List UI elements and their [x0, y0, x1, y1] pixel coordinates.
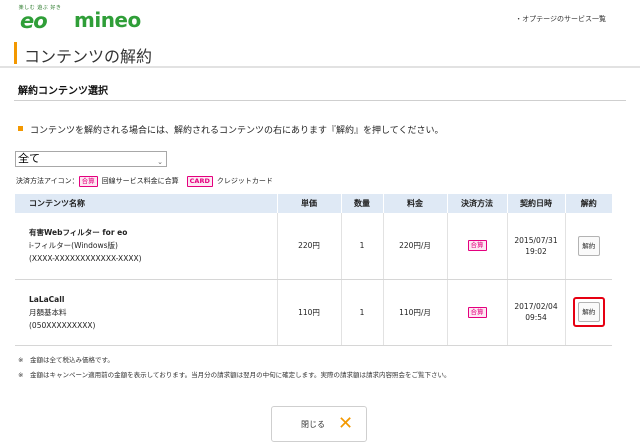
- section-divider: [14, 100, 626, 101]
- content-name: 有害Webフィルター for eo: [29, 228, 128, 238]
- cancel-cell: 解約: [565, 213, 612, 280]
- table-header-row: コンテンツ名称 単価 数量 料金 決済方法 契約日時 解約: [15, 194, 612, 213]
- instruction-bullet-icon: [18, 126, 23, 131]
- content-filter-select[interactable]: 全て ⌄: [15, 151, 167, 167]
- content-plan: i-フィルター(Windows版): [29, 241, 118, 251]
- contract-date-cell: 2015/07/31 19:02: [507, 213, 566, 280]
- card-description: クレジットカード: [216, 177, 273, 185]
- gassan-badge: 合算: [78, 175, 98, 187]
- unit-price: 110円: [277, 279, 342, 346]
- content-id: (XXXX-XXXXXXXXXXXX-XXXX): [29, 254, 142, 264]
- cancel-cell: 解約: [565, 279, 612, 346]
- payment-cell: 合算: [447, 213, 508, 280]
- eo-logo-text: eo: [20, 9, 48, 33]
- legend-label: 決済方法アイコン：: [16, 177, 79, 185]
- column-header-contract-date: 契約日時: [507, 194, 566, 213]
- close-button-label: 閉じる: [301, 420, 325, 429]
- mineo-logo[interactable]: mineo: [74, 8, 141, 32]
- contract-date: 2017/02/04: [514, 302, 558, 311]
- content-name-cell: 有害Webフィルター for eo i-フィルター(Windows版) (XXX…: [15, 213, 278, 280]
- contract-date: 2015/07/31: [514, 235, 558, 245]
- eo-logo[interactable]: 楽しむ 遊ぶ 好き eo: [14, 4, 66, 34]
- contents-table: コンテンツ名称 単価 数量 料金 決済方法 契約日時 解約 有害Webフィルター…: [15, 194, 612, 346]
- column-header-name: コンテンツ名称: [15, 194, 278, 213]
- gassan-description: 回線サービス料金に合算: [101, 177, 179, 185]
- site-header: 楽しむ 遊ぶ 好き eo mineo ・オプテージのサービス一覧: [0, 0, 640, 38]
- column-header-quantity: 数量: [341, 194, 384, 213]
- content-plan: 月額基本料: [29, 307, 67, 317]
- payment-badge: 合算: [467, 240, 487, 252]
- content-name: LaLaCall: [29, 294, 65, 304]
- contract-time: 09:54: [525, 313, 547, 322]
- card-badge: CARD: [186, 175, 213, 187]
- payment-cell: 合算: [447, 279, 508, 346]
- payment-badge: 合算: [467, 306, 487, 318]
- title-accent-bar: [14, 42, 17, 64]
- table-row: 有害Webフィルター for eo i-フィルター(Windows版) (XXX…: [15, 213, 612, 280]
- content-name-cell: LaLaCall 月額基本料 (050XXXXXXXXX): [15, 279, 278, 346]
- cancel-button[interactable]: 解約: [577, 235, 600, 256]
- contract-date-cell: 2017/02/04 09:54: [507, 279, 566, 346]
- column-header-fee: 料金: [383, 194, 448, 213]
- contract-time: 19:02: [525, 246, 547, 256]
- column-header-unit-price: 単価: [277, 194, 342, 213]
- footnote: ※ 金額は全て税込み価格です。: [18, 356, 114, 364]
- instruction-text: コンテンツを解約される場合には、解約されるコンテンツの右にあります『解約』を押し…: [30, 126, 444, 136]
- quantity: 1: [341, 213, 384, 280]
- close-button[interactable]: 閉じる ✕: [271, 406, 367, 442]
- fee: 110円/月: [383, 279, 448, 346]
- column-header-cancel: 解約: [565, 194, 612, 213]
- column-header-payment: 決済方法: [447, 194, 508, 213]
- quantity: 1: [341, 279, 384, 346]
- page-title-bar: コンテンツの解約: [0, 38, 640, 68]
- payment-method-legend: 決済方法アイコン： 合算 回線サービス料金に合算 CARD クレジットカード: [16, 175, 273, 187]
- cancel-button-highlight: 解約: [572, 297, 605, 327]
- cancel-button[interactable]: 解約: [577, 302, 600, 322]
- unit-price: 220円: [277, 213, 342, 280]
- content-id: (050XXXXXXXXX): [29, 320, 96, 330]
- service-list-link[interactable]: ・オプテージのサービス一覧: [515, 14, 606, 24]
- table-row: LaLaCall 月額基本料 (050XXXXXXXXX) 110円 1 110…: [15, 279, 612, 346]
- filter-selected-value: 全て: [18, 152, 40, 165]
- chevron-down-icon: ⌄: [157, 158, 163, 166]
- footnote: ※ 金額はキャンペーン適用前の金額を表示しております。当月分の請求額は翌月の中旬に…: [18, 371, 451, 379]
- footnotes: ※ 金額は全て税込み価格です。 ※ 金額はキャンペーン適用前の金額を表示しております…: [18, 353, 451, 383]
- section-title: 解約コンテンツ選択: [18, 86, 108, 97]
- page-title: コンテンツの解約: [24, 47, 153, 66]
- close-icon: ✕: [338, 413, 354, 434]
- fee: 220円/月: [383, 213, 448, 280]
